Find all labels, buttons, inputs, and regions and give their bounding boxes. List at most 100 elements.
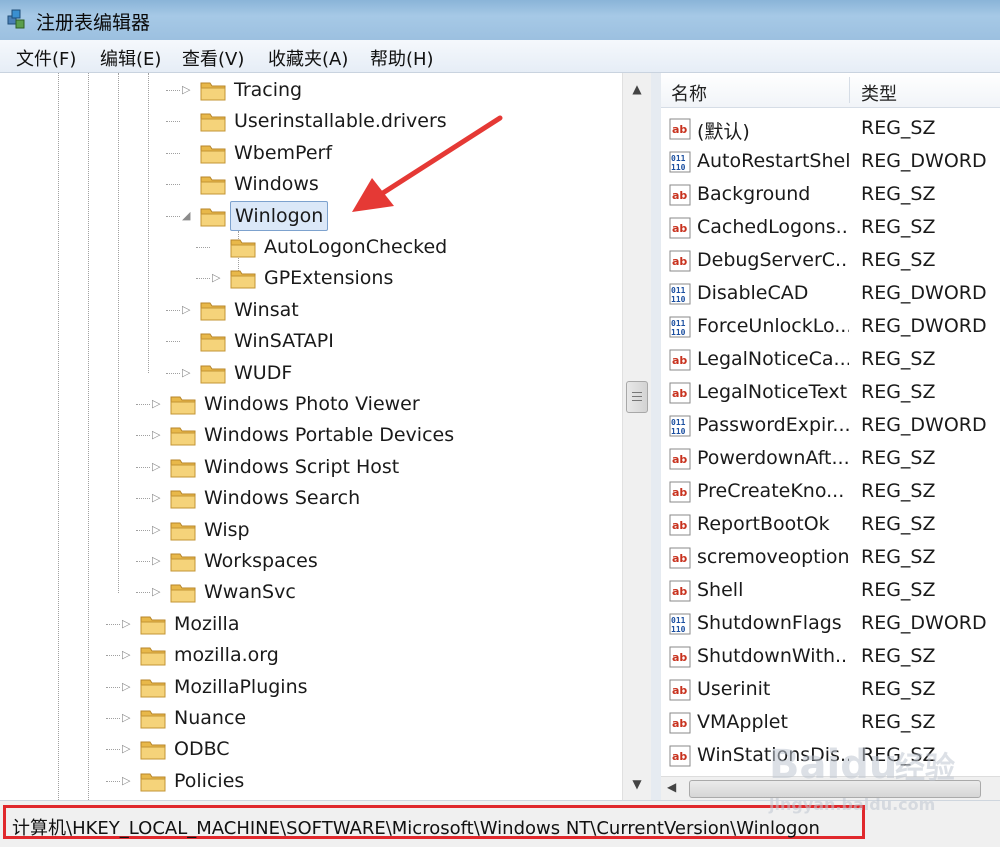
tree-vertical-scrollbar[interactable]: ▲ ▼	[622, 73, 651, 800]
table-row[interactable]: ab scremoveoption REG_SZ	[661, 542, 1000, 575]
table-row[interactable]: ab ShutdownWith... REG_SZ	[661, 641, 1000, 674]
column-type-header[interactable]: 类型	[861, 80, 897, 106]
registry-tree[interactable]: ▷ Tracing Userinstallable.drivers WbemPerf W…	[0, 73, 651, 800]
tree-node-label: Policies	[174, 769, 245, 792]
tree-node[interactable]: ▷ WUDF	[182, 358, 622, 388]
tree-node[interactable]: ▷ WwanSvc	[152, 577, 592, 607]
tree-node[interactable]: ▷ Wisp	[152, 515, 592, 545]
value-name: (默认)	[697, 121, 750, 143]
table-row[interactable]: 011 110 ShutdownFlags REG_DWORD	[661, 608, 1000, 641]
status-path: 计算机\HKEY_LOCAL_MACHINE\SOFTWARE\Microsof…	[12, 818, 820, 839]
folder-icon	[140, 738, 166, 760]
tree-node[interactable]: WinSATAPI	[182, 326, 622, 356]
svg-text:110: 110	[671, 295, 686, 304]
scroll-down-icon[interactable]: ▼	[623, 772, 651, 796]
svg-text:ab: ab	[672, 123, 687, 136]
table-row[interactable]: ab ReportBootOk REG_SZ	[661, 509, 1000, 542]
tree-node[interactable]: ▷ Windows Portable Devices	[152, 420, 592, 450]
menu-help[interactable]: 帮助(H)	[370, 45, 434, 71]
svg-text:ab: ab	[672, 684, 687, 697]
tree-node[interactable]: ▷ Mozilla	[122, 609, 562, 639]
scroll-left-icon[interactable]: ◀	[667, 780, 676, 794]
value-type: REG_SZ	[861, 645, 936, 667]
menu-file[interactable]: 文件(F)	[16, 45, 76, 71]
values-list[interactable]: 名称 类型 ab (默认) REG_SZ 011 110 AutoRestartShell…	[661, 73, 1000, 800]
table-row[interactable]: ab (默认) REG_SZ	[661, 113, 1000, 146]
tree-expander-icon[interactable]: ▷	[212, 263, 226, 293]
tree-expander-icon[interactable]: ▷	[182, 75, 196, 105]
tree-expander-icon[interactable]: ▷	[152, 577, 166, 607]
tree-expander-icon[interactable]: ▷	[122, 766, 136, 796]
svg-text:ab: ab	[672, 585, 687, 598]
tree-node[interactable]: ▷ mozilla.org	[122, 640, 562, 670]
table-row[interactable]: 011 110 DisableCAD REG_DWORD	[661, 278, 1000, 311]
value-type: REG_SZ	[861, 447, 936, 469]
tree-expander-icon[interactable]: ▷	[152, 389, 166, 419]
table-row[interactable]: 011 110 ForceUnlockLo... REG_DWORD	[661, 311, 1000, 344]
value-name: ReportBootOk	[697, 513, 830, 535]
string-value-icon: ab	[669, 580, 691, 602]
scroll-up-icon[interactable]: ▲	[623, 77, 651, 101]
tree-node[interactable]: ▷ ODBC	[122, 734, 562, 764]
value-name: Userinit	[697, 678, 771, 700]
table-row[interactable]: ab CachedLogons... REG_SZ	[661, 212, 1000, 245]
table-row[interactable]: ab PreCreateKno... REG_SZ	[661, 476, 1000, 509]
tree-node[interactable]: ▷ MozillaPlugins	[122, 672, 562, 702]
string-value-icon: ab	[669, 118, 691, 140]
string-value-icon: ab	[669, 349, 691, 371]
tree-node[interactable]: ▷ Tracing	[182, 75, 622, 105]
table-row[interactable]: ab PowerdownAft... REG_SZ	[661, 443, 1000, 476]
tree-expander-icon[interactable]: ◢	[182, 201, 196, 231]
tree-expander-icon[interactable]: ▷	[182, 358, 196, 388]
tree-node[interactable]: ▷ GPExtensions	[212, 263, 650, 293]
value-type: REG_SZ	[861, 480, 936, 502]
tree-node[interactable]: ▷ Nuance	[122, 703, 562, 733]
tree-expander-icon[interactable]: ▷	[122, 640, 136, 670]
string-value-icon: ab	[669, 547, 691, 569]
table-row[interactable]: 011 110 AutoRestartShell REG_DWORD	[661, 146, 1000, 179]
table-row[interactable]: 011 110 PasswordExpir... REG_DWORD	[661, 410, 1000, 443]
title-bar[interactable]: 注册表编辑器	[0, 0, 1000, 40]
tree-expander-icon[interactable]: ▷	[152, 483, 166, 513]
tree-node[interactable]: ▷ Windows Script Host	[152, 452, 592, 482]
table-row[interactable]: ab LegalNoticeText REG_SZ	[661, 377, 1000, 410]
menu-favorites[interactable]: 收藏夹(A)	[268, 45, 348, 71]
tree-node[interactable]: AutoLogonChecked	[212, 232, 650, 262]
tree-node-label: WUDF	[234, 361, 293, 384]
tree-expander-icon[interactable]: ▷	[152, 452, 166, 482]
tree-node[interactable]: ▷ Windows Search	[152, 483, 592, 513]
tree-expander-icon[interactable]: ▷	[152, 515, 166, 545]
table-row[interactable]: ab LegalNoticeCa... REG_SZ	[661, 344, 1000, 377]
value-type: REG_SZ	[861, 348, 936, 370]
value-type: REG_SZ	[861, 678, 936, 700]
tree-expander-icon[interactable]: ▷	[182, 295, 196, 325]
table-row[interactable]: ab Background REG_SZ	[661, 179, 1000, 212]
tree-node[interactable]: ▷ Workspaces	[152, 546, 592, 576]
tree-node[interactable]: ▷ Winsat	[182, 295, 622, 325]
tree-expander-icon[interactable]: ▷	[122, 672, 136, 702]
tree-expander-icon[interactable]: ▷	[152, 420, 166, 450]
tree-expander-icon[interactable]: ▷	[152, 546, 166, 576]
scroll-thumb[interactable]	[626, 381, 648, 413]
tree-expander-icon[interactable]: ▷	[122, 703, 136, 733]
svg-text:ab: ab	[672, 750, 687, 763]
table-row[interactable]: ab Userinit REG_SZ	[661, 674, 1000, 707]
tree-node-label: Mozilla	[174, 612, 240, 635]
pane-splitter[interactable]	[651, 73, 661, 800]
column-name-header[interactable]: 名称	[671, 80, 707, 106]
table-row[interactable]: ab Shell REG_SZ	[661, 575, 1000, 608]
value-name: PowerdownAft...	[697, 447, 849, 469]
tree-node[interactable]: ▷ Policies	[122, 766, 562, 796]
tree-node-label: Windows Photo Viewer	[204, 393, 420, 415]
folder-icon	[170, 393, 196, 415]
menu-edit[interactable]: 编辑(E)	[100, 45, 161, 71]
value-type: REG_SZ	[861, 546, 936, 568]
menu-view[interactable]: 查看(V)	[182, 45, 244, 71]
window-title: 注册表编辑器	[36, 12, 151, 34]
svg-text:ab: ab	[672, 519, 687, 532]
tree-expander-icon[interactable]: ▷	[122, 734, 136, 764]
svg-text:ab: ab	[672, 387, 687, 400]
table-row[interactable]: ab DebugServerC... REG_SZ	[661, 245, 1000, 278]
tree-expander-icon[interactable]: ▷	[122, 609, 136, 639]
tree-node[interactable]: ▷ Windows Photo Viewer	[152, 389, 592, 419]
